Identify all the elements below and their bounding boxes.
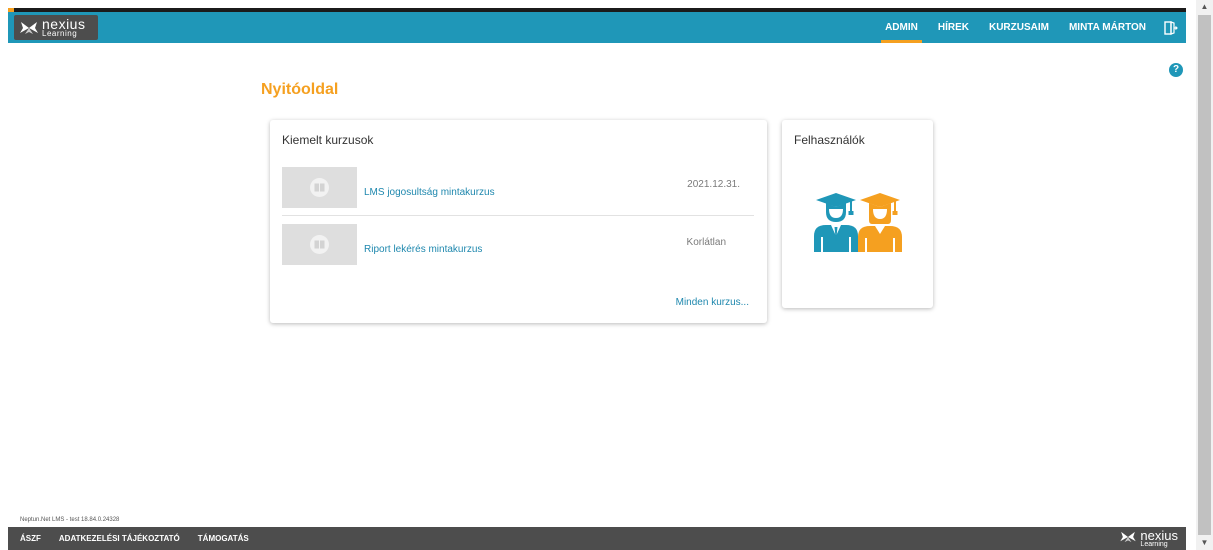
- footer-link-aszf[interactable]: ÁSZF: [20, 534, 41, 543]
- course-link[interactable]: LMS jogosultság mintakurzus: [364, 187, 495, 198]
- graduates-icon: [814, 192, 902, 257]
- footer-logo: nexius Learning: [1119, 528, 1178, 548]
- footer-logo-line1: nexius: [1140, 528, 1178, 543]
- featured-courses-title: Kiemelt kurzusok: [282, 133, 374, 147]
- main-nav: ADMIN HÍREK KURZUSAIM MINTA MÁRTON: [875, 12, 1186, 43]
- featured-courses-card: Kiemelt kurzusok LMS jogosultság mintaku…: [270, 120, 767, 323]
- course-divider: [282, 215, 754, 216]
- scrollbar[interactable]: ▲ ▼: [1196, 0, 1213, 550]
- help-icon[interactable]: ?: [1169, 63, 1183, 77]
- footer-link-support[interactable]: TÁMOGATÁS: [198, 534, 249, 543]
- page: nexius Learning ADMIN HÍREK KURZUSAIM MI…: [0, 0, 1213, 550]
- nav-kurzusaim[interactable]: KURZUSAIM: [979, 12, 1059, 43]
- course-date: 2021.12.31.: [687, 179, 740, 190]
- scroll-down-arrow-icon[interactable]: ▼: [1196, 536, 1213, 550]
- users-card-title: Felhasználók: [794, 133, 865, 147]
- butterfly-icon: [1119, 530, 1137, 548]
- logout-icon[interactable]: [1156, 12, 1186, 43]
- course-thumbnail[interactable]: [282, 167, 357, 208]
- course-thumbnail[interactable]: [282, 224, 357, 265]
- butterfly-icon: [19, 21, 39, 35]
- version-text: Neptun.Net LMS - test 18.84.0.24328: [20, 517, 120, 523]
- nav-hirek[interactable]: HÍREK: [928, 12, 979, 43]
- footer-link-privacy[interactable]: ADATKEZELÉSI TÁJÉKOZTATÓ: [59, 534, 180, 543]
- footer-links: ÁSZF ADATKEZELÉSI TÁJÉKOZTATÓ TÁMOGATÁS: [20, 527, 267, 550]
- top-strip: [0, 0, 1213, 16]
- nav-admin[interactable]: ADMIN: [875, 12, 928, 43]
- course-row: Riport lekérés mintakurzus Korlátlan: [282, 224, 754, 266]
- footer-logo-text: nexius Learning: [1140, 528, 1178, 548]
- nav-user-menu[interactable]: MINTA MÁRTON: [1059, 12, 1156, 43]
- scrollbar-thumb[interactable]: [1198, 15, 1211, 535]
- scroll-up-arrow-icon[interactable]: ▲: [1196, 0, 1213, 14]
- logo-line1: nexius: [42, 15, 86, 32]
- course-row: LMS jogosultság mintakurzus 2021.12.31.: [282, 167, 754, 209]
- logo-text: nexius Learning: [42, 15, 86, 38]
- footer-bar: ÁSZF ADATKEZELÉSI TÁJÉKOZTATÓ TÁMOGATÁS …: [8, 527, 1186, 550]
- nexius-logo[interactable]: nexius Learning: [14, 15, 98, 40]
- users-card[interactable]: Felhasználók: [782, 120, 933, 308]
- course-date: Korlátlan: [686, 237, 726, 248]
- header-bar: nexius Learning ADMIN HÍREK KURZUSAIM MI…: [8, 12, 1186, 43]
- book-icon: [310, 235, 329, 254]
- book-icon: [310, 178, 329, 197]
- course-link[interactable]: Riport lekérés mintakurzus: [364, 244, 482, 255]
- page-title: Nyitóoldal: [261, 81, 339, 98]
- all-courses-link[interactable]: Minden kurzus...: [676, 297, 749, 308]
